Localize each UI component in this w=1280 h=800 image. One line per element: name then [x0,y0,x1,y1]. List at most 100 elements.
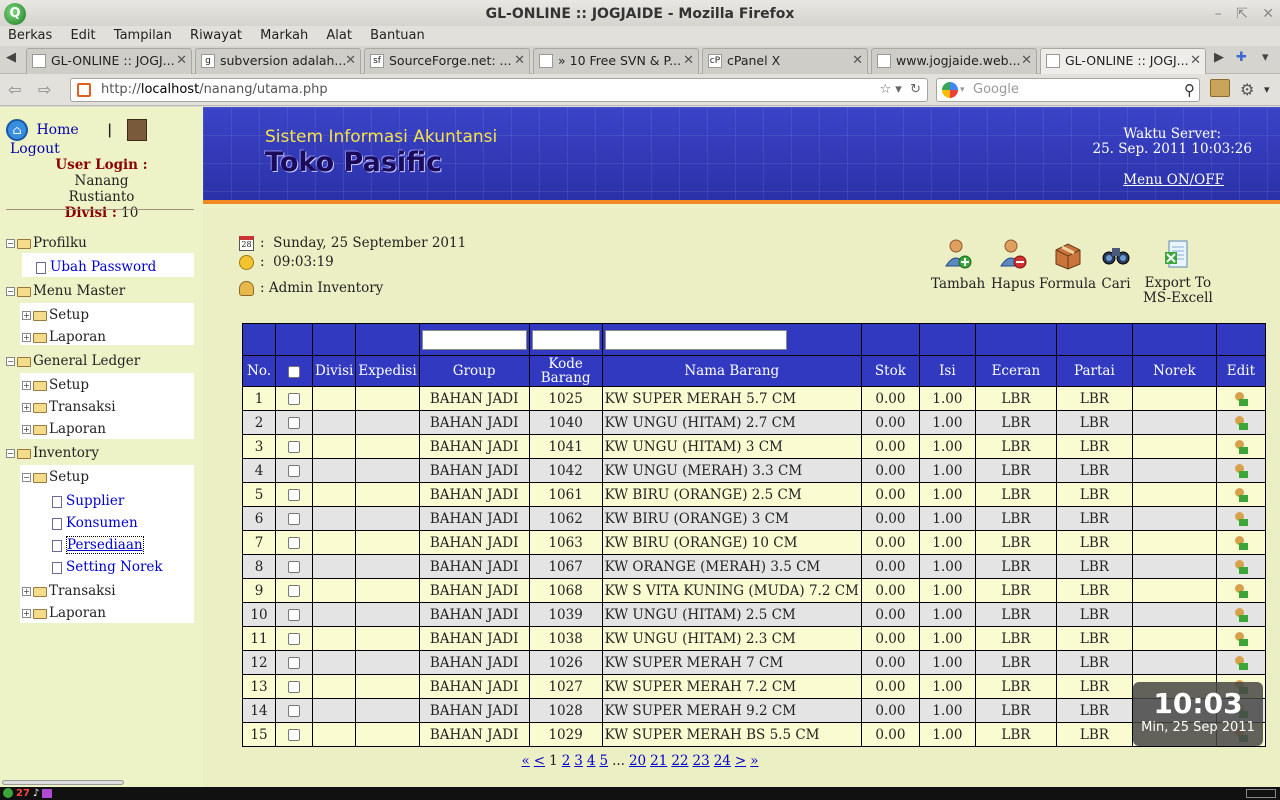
collapse-icon[interactable]: − [6,449,15,458]
close-window-icon[interactable]: ✕ [1262,6,1274,22]
row-checkbox[interactable] [288,393,300,405]
page-link-21[interactable]: 21 [650,753,667,769]
menu-tampilan[interactable]: Tampilan [114,26,172,46]
menu-alat[interactable]: Alat [326,26,352,46]
tree-supplier[interactable]: Supplier [52,493,124,509]
back-icon[interactable]: ⇦ [8,80,21,99]
page-prev-link[interactable]: < [534,753,545,769]
logout-link[interactable]: Logout [10,141,60,157]
page-link-22[interactable]: 22 [671,753,688,769]
page-link-5[interactable]: 5 [599,753,608,769]
menu-riwayat[interactable]: Riwayat [190,26,242,46]
scrollbar-thumb[interactable] [2,780,124,785]
kode-filter-input[interactable] [531,329,600,350]
tree-mm-laporan[interactable]: + Laporan [22,329,106,345]
expand-icon[interactable]: + [22,609,31,618]
new-tab-icon[interactable]: ✚ [1236,50,1247,65]
tab-gl-online-active[interactable]: GL-ONLINE :: JOGJ... ✕ [1040,48,1206,74]
tab-close-icon[interactable]: ✕ [514,49,525,73]
tab-scroll-left-icon[interactable]: ◀ [6,50,16,65]
cari-button[interactable]: Cari [1101,238,1131,292]
google-icon[interactable] [942,82,958,98]
tab-gl-online-1[interactable]: GL-ONLINE :: JOGJ... ✕ [26,48,192,74]
tree-inv-setup[interactable]: − Setup [22,469,89,485]
row-checkbox[interactable] [288,585,300,597]
row-checkbox[interactable] [288,441,300,453]
tab-close-icon[interactable]: ✕ [176,49,187,73]
page-link-24[interactable]: 24 [714,753,731,769]
tab-close-icon[interactable]: ✕ [1021,49,1032,73]
row-checkbox[interactable] [288,489,300,501]
row-checkbox[interactable] [288,729,300,741]
menu-berkas[interactable]: Berkas [8,26,52,46]
row-checkbox[interactable] [288,417,300,429]
notification-badge[interactable]: 27 [16,787,30,800]
minimize-icon[interactable]: – [1215,6,1222,22]
tab-free-svn[interactable]: » 10 Free SVN & P... ✕ [533,48,699,74]
expand-icon[interactable]: + [22,381,31,390]
page-first-link[interactable]: « [522,753,530,769]
row-checkbox[interactable] [288,657,300,669]
page-link-4[interactable]: 4 [587,753,596,769]
tree-general-ledger[interactable]: − General Ledger [6,353,140,369]
edit-user-icon[interactable] [1234,391,1248,407]
horizontal-scrollbar[interactable] [0,778,203,786]
forward-icon[interactable]: ⇨ [38,80,51,99]
edit-user-icon[interactable] [1234,535,1248,551]
collapse-icon[interactable]: − [22,473,31,482]
tree-persediaan[interactable]: Persediaan [52,536,144,554]
page-next-link[interactable]: > [735,753,746,769]
tree-gl-setup[interactable]: + Setup [22,377,89,393]
page-link-2[interactable]: 2 [562,753,571,769]
formula-button[interactable]: Formula [1039,238,1096,292]
row-checkbox[interactable] [288,537,300,549]
tab-cpanel[interactable]: cP cPanel X ✕ [702,48,868,74]
home-icon[interactable]: ⌂ [6,119,28,141]
tab-list-icon[interactable]: ▾ [1262,50,1269,65]
tab-jogjaide[interactable]: www.jogjaide.web... ✕ [871,48,1037,74]
page-last-link[interactable]: » [750,753,758,769]
page-link-23[interactable]: 23 [693,753,710,769]
tab-scroll-right-icon[interactable]: ▶ [1214,50,1224,65]
expand-icon[interactable]: + [22,425,31,434]
tree-konsumen[interactable]: Konsumen [52,515,138,531]
volume-icon[interactable]: ♪ [33,787,39,800]
search-box[interactable]: ▾ Google ⚲ [936,78,1200,102]
edit-user-icon[interactable] [1234,463,1248,479]
collapse-icon[interactable]: − [6,239,15,248]
row-checkbox[interactable] [288,705,300,717]
expand-icon[interactable]: + [22,403,31,412]
edit-user-icon[interactable] [1234,415,1248,431]
expand-icon[interactable]: + [22,333,31,342]
url-bar[interactable]: http://localhost/nanang/utama.php ☆ ▾ ↻ [70,78,928,102]
collapse-icon[interactable]: − [6,287,15,296]
row-checkbox[interactable] [288,561,300,573]
start-icon[interactable] [3,788,13,798]
nama-filter-input[interactable] [604,329,787,350]
row-checkbox[interactable] [288,513,300,525]
tab-close-icon[interactable]: ✕ [852,49,863,73]
edit-user-icon[interactable] [1234,607,1248,623]
edit-user-icon[interactable] [1234,439,1248,455]
extension-icon[interactable]: ⚙ [1240,80,1254,99]
row-checkbox[interactable] [288,633,300,645]
tree-gl-laporan[interactable]: + Laporan [22,421,106,437]
tab-subversion[interactable]: g subversion adalah... ✕ [195,48,361,74]
edit-user-icon[interactable] [1234,511,1248,527]
reload-icon[interactable]: ↻ [910,82,921,97]
edit-user-icon[interactable] [1234,655,1248,671]
edit-user-icon[interactable] [1234,559,1248,575]
tree-setting-norek[interactable]: Setting Norek [52,559,163,575]
menu-edit[interactable]: Edit [70,26,95,46]
tree-inventory[interactable]: − Inventory [6,445,99,461]
url-dropdown-icon[interactable]: ▾ [895,82,902,97]
tab-close-icon[interactable]: ✕ [1190,49,1201,73]
tree-mm-setup[interactable]: + Setup [22,307,89,323]
tambah-button[interactable]: Tambah [931,238,985,292]
row-checkbox[interactable] [288,465,300,477]
edit-user-icon[interactable] [1234,487,1248,503]
maximize-icon[interactable]: ⇱ [1236,6,1248,22]
tab-close-icon[interactable]: ✕ [345,49,356,73]
bookmark-star-icon[interactable]: ☆ [880,82,892,97]
tree-menu-master[interactable]: − Menu Master [6,283,125,299]
